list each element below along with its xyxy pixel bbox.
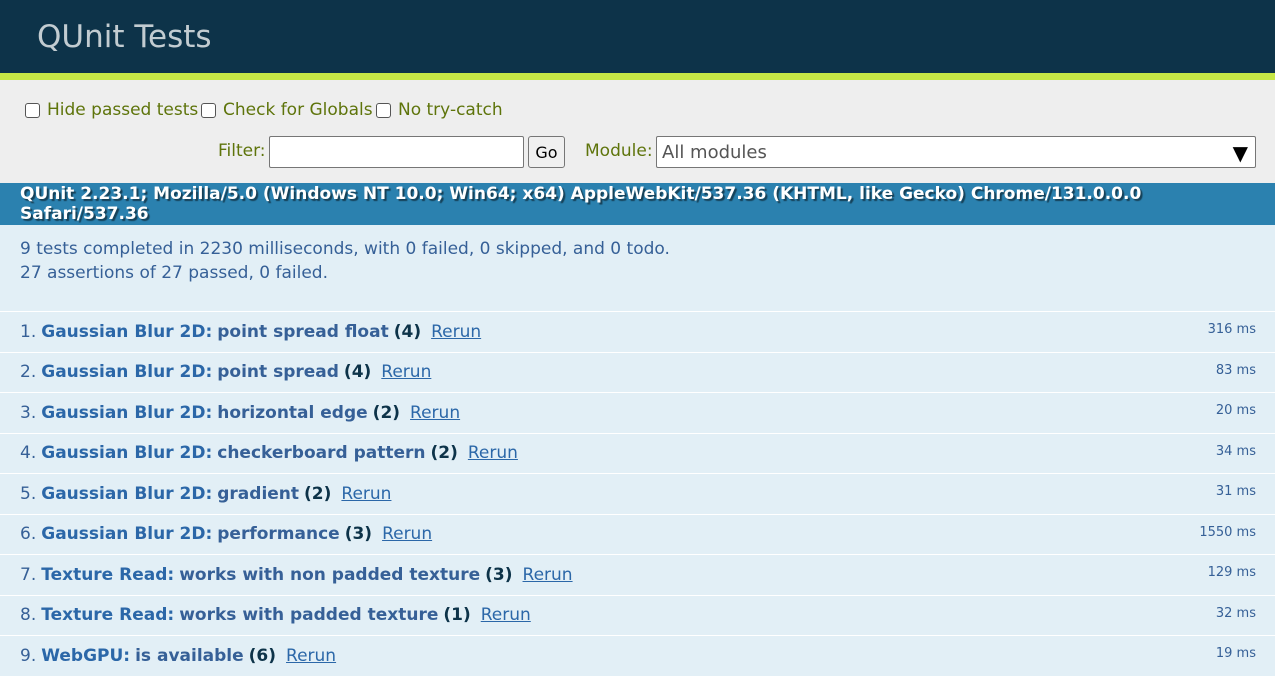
test-module-name[interactable]: Gaussian Blur 2D: [41,362,212,382]
rerun-link[interactable]: Rerun [382,524,432,544]
rerun-link[interactable]: Rerun [431,322,481,342]
test-runtime: 31 ms [1215,484,1256,499]
rerun-link[interactable]: Rerun [481,605,531,625]
test-assertion-count[interactable]: (4) [344,362,371,382]
user-agent-bar: QUnit 2.23.1; Mozilla/5.0 (Windows NT 10… [0,183,1275,225]
test-row[interactable]: 8. Texture Read: works with padded texture… [0,595,1275,636]
go-button[interactable]: Go [528,136,565,168]
test-assertion-count[interactable]: (2) [304,484,331,504]
rerun-link[interactable]: Rerun [410,403,460,423]
test-name[interactable]: works with non padded texture [179,565,480,585]
test-row[interactable]: 2. Gaussian Blur 2D: point spread (4) Rerun 8… [0,352,1275,393]
test-assertion-count[interactable]: (4) [394,322,421,342]
rerun-link[interactable]: Rerun [468,443,518,463]
test-module-name[interactable]: Gaussian Blur 2D: [41,524,212,544]
test-name[interactable]: horizontal edge [217,403,367,423]
test-list: 1. Gaussian Blur 2D: point spread float (4)… [0,312,1275,677]
test-number: 5. [20,483,37,504]
test-row[interactable]: 6. Gaussian Blur 2D: performance (3) Rerun 15… [0,514,1275,555]
test-runtime: 83 ms [1215,362,1256,378]
test-name[interactable]: point spread [217,362,339,382]
test-assertion-count[interactable]: (3) [345,524,372,544]
test-runtime: 34 ms [1215,443,1256,459]
test-name[interactable]: point spread float [217,322,388,342]
test-module-name[interactable]: Texture Read: [41,605,174,625]
test-module-name[interactable]: Gaussian Blur 2D: [41,443,212,463]
test-number: 4. [20,443,37,464]
filter-input[interactable] [269,136,524,168]
test-row[interactable]: 7. Texture Read: works with non padded tex… [0,555,1275,596]
test-number: 7. [20,564,37,585]
rerun-link[interactable]: Rerun [523,565,573,585]
hide-passed-checkbox-box[interactable] [25,102,40,118]
test-row[interactable]: 3. Gaussian Blur 2D: horizontal edge (2) Rer… [0,393,1275,434]
check-globals-checkbox[interactable]: Check for Globals [201,100,373,120]
test-assertion-count[interactable]: (2) [373,403,400,423]
test-module-name[interactable]: Gaussian Blur 2D: [41,322,212,342]
test-runtime: 1550 ms [1199,524,1256,540]
dropdown-arrow-icon[interactable]: ▼ [1233,141,1248,165]
test-row[interactable]: 4. Gaussian Blur 2D: checkerboard pattern (… [0,433,1275,474]
test-name[interactable]: works with padded texture [179,605,438,625]
result-summary-line: 9 tests completed in 2230 milliseconds, … [20,239,670,259]
test-module-name[interactable]: Texture Read: [41,565,174,585]
test-module-name[interactable]: WebGPU: [41,646,130,666]
check-globals-checkbox-box[interactable] [201,102,216,118]
hide-passed-checkbox[interactable]: Hide passed tests [25,100,198,120]
test-name[interactable]: checkerboard pattern [217,443,425,463]
test-runtime: 19 ms [1215,646,1256,661]
test-runtime: 316 ms [1207,322,1256,337]
assertion-summary-line: 27 assertions of 27 passed, 0 failed. [20,263,328,283]
test-number: 1. [20,321,37,342]
module-select[interactable]: All modules ▼ [656,136,1256,168]
page-title-text[interactable]: QUnit Tests [37,19,212,55]
test-name[interactable]: is available [135,646,244,666]
test-assertion-count[interactable]: (3) [485,565,512,585]
hide-passed-label[interactable]: Hide passed tests [47,100,198,120]
module-label: Module: [585,141,653,161]
no-try-catch-label[interactable]: No try-catch [398,100,503,120]
test-number: 8. [20,605,37,626]
rerun-link[interactable]: Rerun [381,362,431,382]
test-runtime: 129 ms [1207,565,1256,580]
test-assertion-count[interactable]: (6) [249,646,276,666]
test-assertion-count[interactable]: (1) [443,605,470,625]
test-number: 9. [20,645,37,666]
test-number: 3. [20,402,37,423]
no-try-catch-checkbox[interactable]: No try-catch [376,100,503,120]
user-agent-text: QUnit 2.23.1; Mozilla/5.0 (Windows NT 10… [20,184,1142,224]
rerun-link[interactable]: Rerun [286,646,336,666]
test-number: 6. [20,524,37,545]
test-runtime: 32 ms [1215,605,1256,621]
test-row[interactable]: 1. Gaussian Blur 2D: point spread float (4)… [0,312,1275,353]
test-name[interactable]: gradient [217,484,299,504]
rerun-link[interactable]: Rerun [341,484,391,504]
test-module-name[interactable]: Gaussian Blur 2D: [41,484,212,504]
test-result-summary: 9 tests completed in 2230 milliseconds, … [0,225,1275,312]
filter-label: Filter: [218,141,266,161]
test-name[interactable]: performance [217,524,339,544]
test-row[interactable]: 5. Gaussian Blur 2D: gradient (2) Rerun 31 ms [0,474,1275,515]
test-assertion-count[interactable]: (2) [431,443,458,463]
test-module-name[interactable]: Gaussian Blur 2D: [41,403,212,423]
no-try-catch-checkbox-box[interactable] [376,102,391,118]
page-title[interactable]: QUnit Tests [0,0,1275,80]
test-row[interactable]: 9. WebGPU: is available (6) Rerun 19 ms [0,636,1275,677]
module-select-value: All modules [662,141,767,163]
test-runtime: 20 ms [1215,403,1256,418]
toolbar: Hide passed tests Check for Globals No t… [0,80,1275,183]
check-globals-label[interactable]: Check for Globals [223,100,373,120]
test-number: 2. [20,362,37,383]
